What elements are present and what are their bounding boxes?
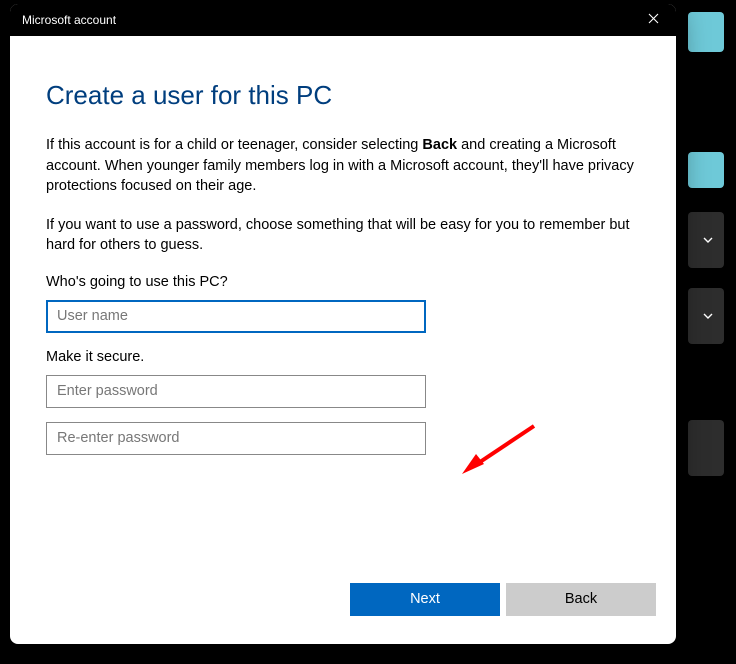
close-button[interactable] xyxy=(630,4,676,36)
bg-tile-2 xyxy=(688,152,724,188)
titlebar: Microsoft account xyxy=(10,4,676,36)
username-label: Who's going to use this PC? xyxy=(46,274,640,290)
bg-tile-1 xyxy=(688,12,724,52)
window-title: Microsoft account xyxy=(22,13,116,27)
password-confirm-input[interactable] xyxy=(46,422,426,455)
close-icon xyxy=(648,13,659,27)
bg-row-3 xyxy=(688,420,724,476)
intro-paragraph-2: If you want to use a password, choose so… xyxy=(46,215,640,256)
bg-row-2 xyxy=(688,288,724,344)
password-section-label: Make it secure. xyxy=(46,349,640,365)
dialog-footer: Next Back xyxy=(10,570,676,644)
dialog-window: Microsoft account Create a user for this… xyxy=(10,4,676,644)
password-input[interactable] xyxy=(46,375,426,408)
intro-paragraph-1: If this account is for a child or teenag… xyxy=(46,135,640,197)
dialog-content: Create a user for this PC If this accoun… xyxy=(10,36,676,570)
chevron-down-icon xyxy=(702,234,714,246)
back-button[interactable]: Back xyxy=(506,583,656,616)
page-title: Create a user for this PC xyxy=(46,80,640,111)
next-button[interactable]: Next xyxy=(350,583,500,616)
annotation-arrow xyxy=(454,420,544,485)
username-input[interactable] xyxy=(46,300,426,333)
chevron-down-icon xyxy=(702,310,714,322)
bg-row-1 xyxy=(688,212,724,268)
